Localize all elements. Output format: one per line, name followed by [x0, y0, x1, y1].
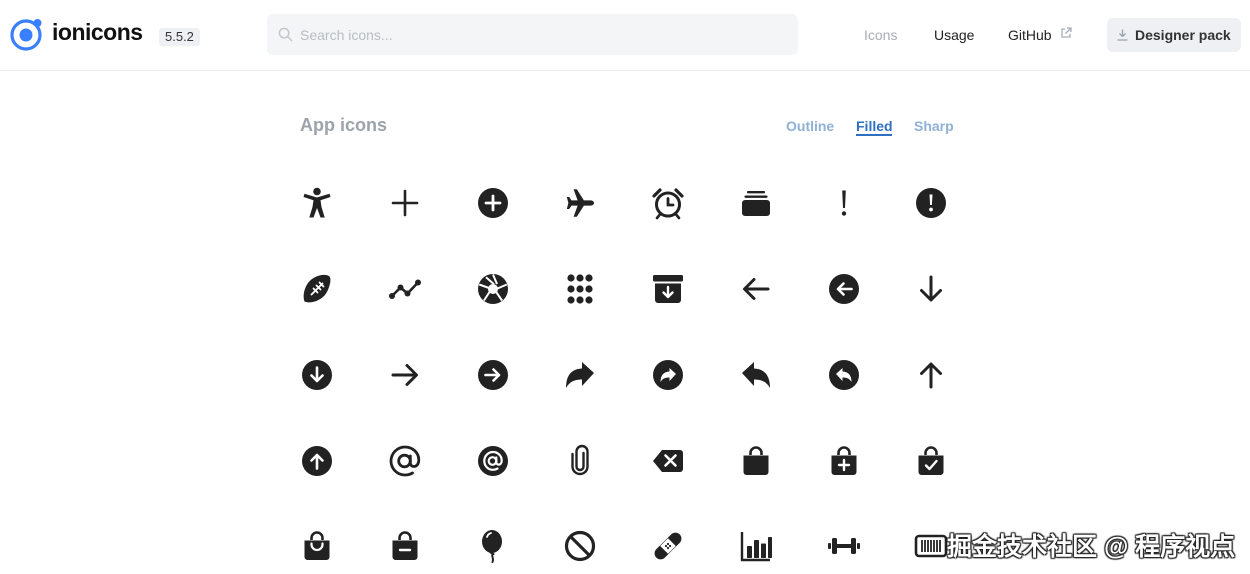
nav-usage-link[interactable]: Usage: [934, 27, 974, 43]
bar-chart-icon[interactable]: [728, 518, 784, 574]
balloon-icon[interactable]: [465, 518, 521, 574]
ionicons-logo-icon[interactable]: [10, 17, 44, 51]
archive-icon[interactable]: [640, 261, 696, 317]
add-circle-icon[interactable]: [465, 175, 521, 231]
accessibility-icon[interactable]: [289, 175, 345, 231]
bag-handle-icon[interactable]: [289, 518, 345, 574]
tab-outline[interactable]: Outline: [786, 118, 834, 134]
section-title: App icons: [300, 115, 388, 135]
top-header: ionicons 5.5.2 Icons Usage GitHub Design…: [0, 0, 1250, 71]
aperture-icon[interactable]: [465, 261, 521, 317]
bag-check-icon[interactable]: [903, 433, 959, 489]
arrow-up-circle-icon[interactable]: [289, 433, 345, 489]
nav-github-link[interactable]: GitHub: [1008, 27, 1052, 43]
arrow-back-icon[interactable]: [728, 261, 784, 317]
alert-circle-icon[interactable]: [903, 175, 959, 231]
arrow-up-icon[interactable]: [903, 347, 959, 403]
bag-icon[interactable]: [728, 433, 784, 489]
at-circle-icon[interactable]: [465, 433, 521, 489]
external-link-icon: [1061, 27, 1072, 38]
brand-name[interactable]: ionicons: [52, 19, 143, 46]
search-input[interactable]: [300, 14, 780, 55]
attach-icon[interactable]: [552, 433, 608, 489]
arrow-forward-icon[interactable]: [377, 347, 433, 403]
ban-icon[interactable]: [552, 518, 608, 574]
arrow-undo-icon[interactable]: [728, 347, 784, 403]
analytics-icon[interactable]: [377, 261, 433, 317]
at-icon[interactable]: [377, 433, 433, 489]
version-badge: 5.5.2: [159, 28, 200, 46]
nav-icons-link[interactable]: Icons: [864, 27, 897, 43]
arrow-down-icon[interactable]: [903, 261, 959, 317]
alert-icon[interactable]: [816, 175, 872, 231]
designer-pack-label: Designer pack: [1135, 27, 1231, 43]
airplane-icon[interactable]: [552, 175, 608, 231]
arrow-back-circle-icon[interactable]: [816, 261, 872, 317]
apps-icon[interactable]: [552, 261, 608, 317]
arrow-redo-circle-icon[interactable]: [640, 347, 696, 403]
bag-remove-icon[interactable]: [377, 518, 433, 574]
american-football-icon[interactable]: [289, 261, 345, 317]
arrow-forward-circle-icon[interactable]: [465, 347, 521, 403]
watermark-text: 掘金技术社区 @ 程序视点: [947, 533, 1236, 561]
alarm-icon[interactable]: [640, 175, 696, 231]
barbell-icon[interactable]: [816, 518, 872, 574]
search-icon: [278, 27, 293, 42]
tab-filled[interactable]: Filled: [856, 118, 893, 134]
arrow-redo-icon[interactable]: [552, 347, 608, 403]
bandage-icon[interactable]: [640, 518, 696, 574]
backspace-icon[interactable]: [640, 433, 696, 489]
arrow-down-circle-icon[interactable]: [289, 347, 345, 403]
bag-add-icon[interactable]: [816, 433, 872, 489]
arrow-undo-circle-icon[interactable]: [816, 347, 872, 403]
active-tab-underline: [856, 134, 892, 136]
albums-icon[interactable]: [728, 175, 784, 231]
tab-sharp[interactable]: Sharp: [914, 118, 954, 134]
download-icon: [1117, 29, 1128, 41]
add-icon[interactable]: [377, 175, 433, 231]
